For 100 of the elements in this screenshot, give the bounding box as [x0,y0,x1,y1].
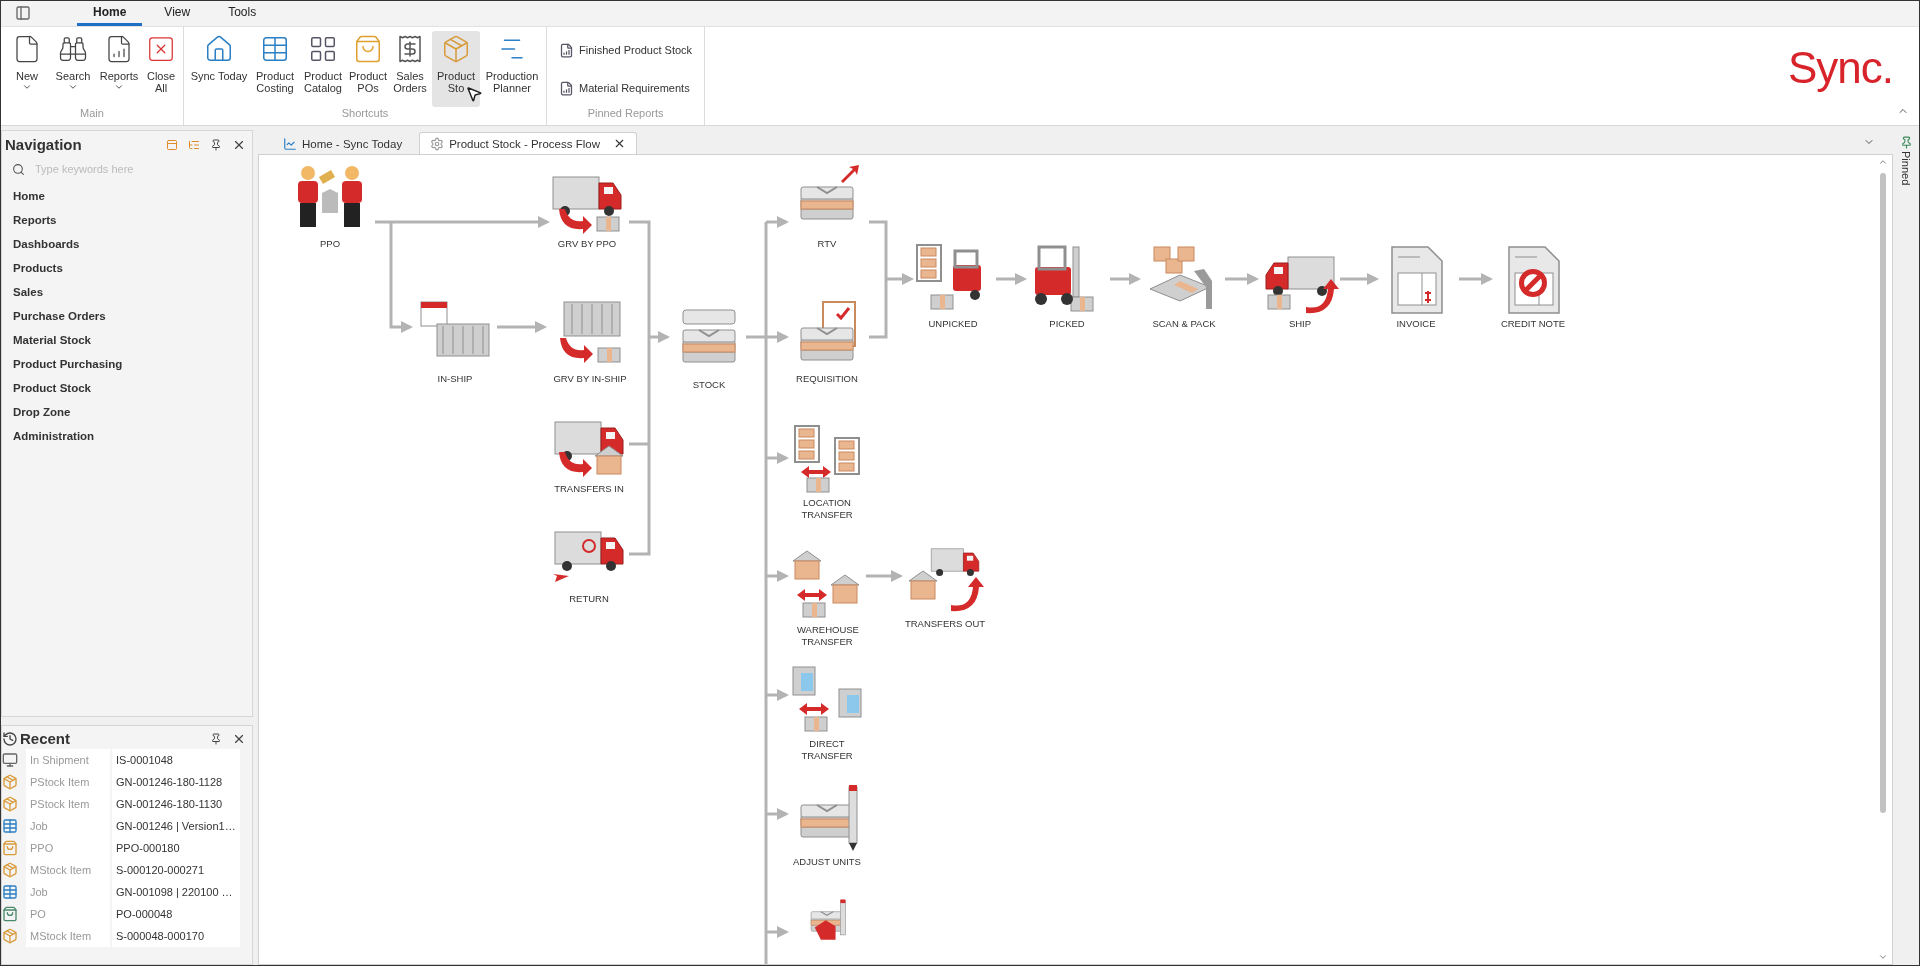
monitor-icon [2,752,18,768]
group-title: Main [79,107,105,121]
ribbon-tab[interactable]: Tools [212,5,273,26]
pin-icon[interactable] [210,732,222,745]
node-label: CREDIT NOTE [1500,318,1566,330]
ribbon-button[interactable]: Search [51,31,95,107]
connector-arrow [996,273,1027,285]
ribbon-button[interactable]: Product Catalog [300,31,346,107]
ribbon-button[interactable]: Reports [97,31,141,107]
nav-item[interactable]: Material Stock [2,328,252,352]
node-label: STOCK [692,379,726,391]
connector-arrow [1110,273,1141,285]
pinned-strip-label[interactable]: Pinned [1900,151,1912,186]
search-field[interactable]: Type keywords here [33,162,213,176]
ribbon-button[interactable]: Production Planner [482,31,542,107]
connector-arrow [1459,273,1493,285]
nav-item[interactable]: Products [2,256,252,280]
connector-arrow [766,570,789,582]
package-icon [2,862,18,878]
nav-item[interactable]: Sales [2,280,252,304]
table-cell: GN-001098 | 220100 … [112,881,240,903]
ribbon-button[interactable]: Product Sto [432,31,480,107]
chart-icon [283,136,297,151]
package-icon [441,34,471,64]
catalog-icon [308,34,338,64]
package-icon [2,774,18,790]
node-label: TRANSFERS IN [554,483,624,495]
shopping-bag-icon [2,906,18,922]
nav-item[interactable]: Product Purchasing [2,352,252,376]
table-cell: PO-000048 [112,903,240,925]
ribbon-tab[interactable]: View [148,5,207,26]
nav-item[interactable]: Home [2,184,252,208]
report-icon [559,80,574,96]
node-label: INVOICE [1396,318,1436,330]
history-icon [2,730,18,747]
binoculars-icon [58,34,88,64]
connector-arrow [1225,273,1259,285]
table-cell: S-000048-000170 [112,925,240,947]
search-icon [12,162,25,176]
nav-item[interactable]: Reports [2,208,252,232]
connector-arrow [766,808,789,820]
table-cell: PO [26,903,110,925]
shopping-bag-icon [353,34,383,64]
panel-title: Recent [20,730,71,747]
ribbon-button[interactable]: Product Costing [252,31,298,107]
close-icon [146,34,176,64]
table-cell: GN-001246-180-1130 [112,793,240,815]
document-tab[interactable]: Product Stock - Process Flow [419,132,637,154]
grid-icon [2,818,18,834]
connector-arrow [766,689,789,701]
app-menu-icon[interactable] [15,5,31,21]
ribbon-button[interactable]: New [5,31,49,107]
node-label: SCAN & PACK [1152,318,1216,330]
report-icon [559,42,574,58]
shopping-bag-icon [2,840,18,856]
node-label: DIRECT TRANSFER [800,738,854,762]
grid-icon [2,884,18,900]
node-label: IN-SHIP [437,373,473,385]
table-cell: Job [26,881,110,903]
connector-arrow [746,331,789,343]
table-cell: PPO [26,837,110,859]
logo: Sync. [1787,43,1893,93]
node-label: PICKED [1049,318,1085,330]
table-cell: In Shipment [26,749,110,771]
pin-icon[interactable] [210,138,222,151]
table-cell: GN-001246 | Version1… [112,815,240,837]
connector-arrow [886,273,914,285]
node-label: RETURN [569,593,609,605]
scroll-up-icon [1878,157,1888,167]
group-title: Pinned Reports [586,107,665,121]
node-label: TRANSFERS OUT [904,618,986,630]
nav-item[interactable]: Product Stock [2,376,252,400]
ribbon-button[interactable]: Close All [143,31,179,107]
ribbon-button[interactable]: Sales Orders [390,31,430,107]
connector-arrow [866,570,903,582]
house-icon [204,34,234,64]
table-cell: PPO-000180 [112,837,240,859]
connector-arrow [766,452,789,464]
nav-item[interactable]: Dashboards [2,232,252,256]
node-label: LOCATION TRANSFER [800,497,854,521]
ribbon-button[interactable]: Sync Today [188,31,250,107]
pinned-report-link[interactable]: Finished Product Stock [559,42,693,58]
nav-item[interactable]: Administration [2,424,252,448]
node-label: ADJUST UNITS [793,856,861,868]
mouse-cursor-icon [465,85,483,103]
node-label: SHIP [1288,318,1312,330]
pin-icon [1899,136,1913,149]
ribbon-button[interactable]: Product POs [348,31,388,107]
nav-item[interactable]: Purchase Orders [2,304,252,328]
document-tab[interactable]: Home - Sync Today [272,132,414,154]
node-label: RTV [817,238,837,250]
node-label: PPO [319,238,341,250]
pinned-report-link[interactable]: Material Requirements [559,80,693,96]
connector-arrow [766,926,789,938]
scroll-down-icon [1878,952,1888,962]
node-label: GRV BY PPO [557,238,617,250]
nav-item[interactable]: Drop Zone [2,400,252,424]
node-label: UNPICKED [928,318,978,330]
node-label: REQUISITION [796,373,858,385]
gear-icon [430,136,445,151]
